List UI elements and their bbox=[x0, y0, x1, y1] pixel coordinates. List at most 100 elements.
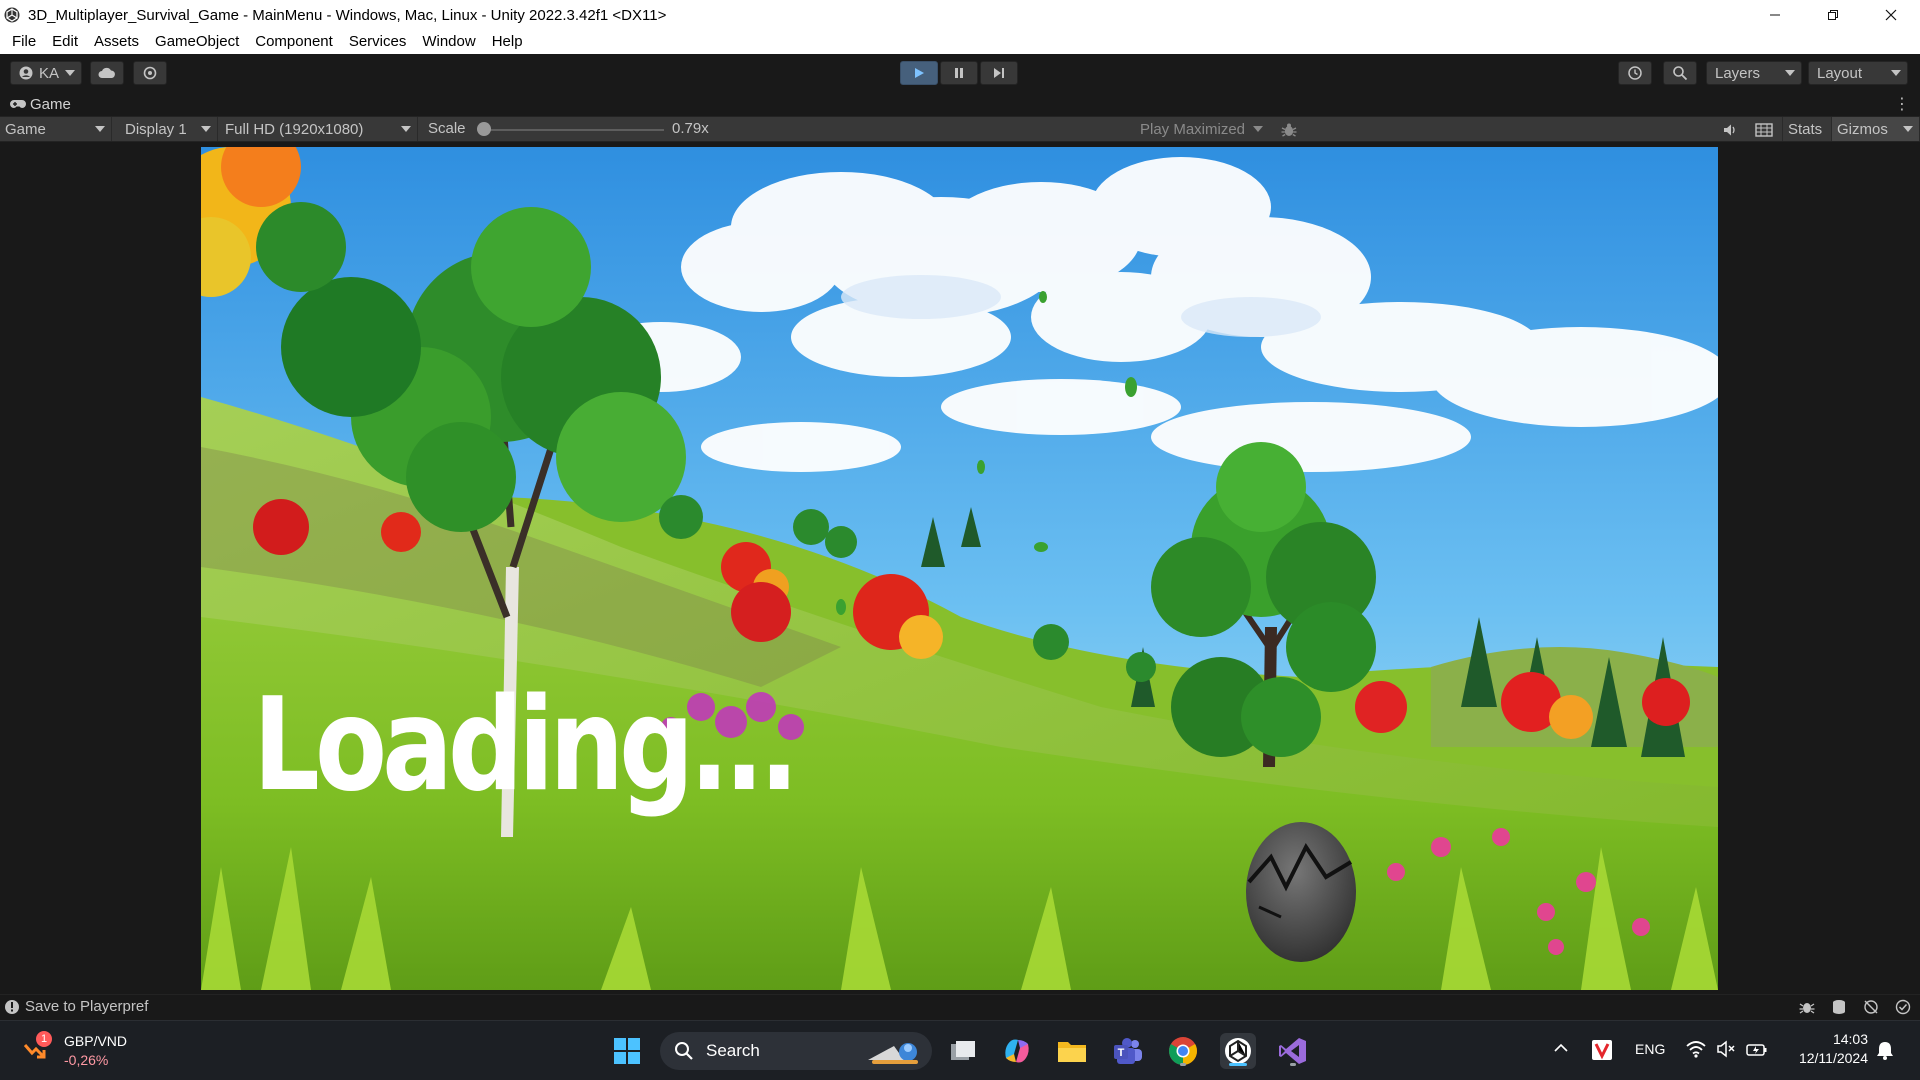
layers-dropdown[interactable]: Layers bbox=[1706, 61, 1802, 85]
chevron-down-icon bbox=[1903, 126, 1913, 132]
chevron-down-icon bbox=[1891, 70, 1901, 76]
tab-game[interactable]: Game bbox=[0, 92, 71, 116]
window-title-bar: 3D_Multiplayer_Survival_Game - MainMenu … bbox=[0, 0, 1920, 30]
game-view-controls: Game Display 1 Full HD (1920x1080) Scale… bbox=[0, 116, 1920, 142]
minimize-button[interactable] bbox=[1746, 0, 1804, 30]
play-button[interactable] bbox=[900, 61, 938, 85]
checkmark-icon[interactable] bbox=[1894, 999, 1912, 1015]
stock-widget[interactable]: 1 GBP/VND -0,26% bbox=[22, 1031, 142, 1071]
taskbar-search-box[interactable]: Search bbox=[660, 1032, 932, 1070]
play-icon bbox=[915, 68, 924, 78]
task-view-icon bbox=[951, 1041, 975, 1060]
loading-text: Loading... bbox=[253, 671, 799, 820]
debug-bug-icon[interactable] bbox=[1280, 121, 1298, 139]
search-icon bbox=[675, 1042, 693, 1060]
speaker-muted-icon[interactable] bbox=[1716, 1040, 1736, 1058]
step-button[interactable] bbox=[980, 61, 1018, 85]
menu-assets[interactable]: Assets bbox=[86, 30, 147, 54]
gizmos-dropdown[interactable]: Gizmos bbox=[1832, 117, 1920, 141]
menu-window[interactable]: Window bbox=[414, 30, 483, 54]
network-icon[interactable] bbox=[1862, 999, 1880, 1015]
cloud-icon bbox=[98, 67, 115, 78]
account-dropdown[interactable]: KA bbox=[10, 61, 82, 85]
chevron-down-icon bbox=[401, 126, 411, 132]
menu-component[interactable]: Component bbox=[247, 30, 341, 54]
active-indicator bbox=[1229, 1063, 1247, 1066]
search-highlight-icon bbox=[868, 1043, 918, 1064]
menu-edit[interactable]: Edit bbox=[44, 30, 86, 54]
chevron-up-icon[interactable] bbox=[1554, 1043, 1568, 1053]
resolution-label: Full HD (1920x1080) bbox=[225, 120, 364, 138]
notification-bell-icon[interactable] bbox=[1876, 1040, 1894, 1060]
antivirus-icon[interactable] bbox=[1592, 1040, 1612, 1060]
windows-logo-icon bbox=[614, 1038, 640, 1064]
scale-slider-thumb[interactable] bbox=[477, 122, 491, 136]
close-button[interactable] bbox=[1862, 0, 1920, 30]
scale-slider-track[interactable] bbox=[482, 129, 664, 131]
teams-button[interactable]: T bbox=[1110, 1033, 1146, 1069]
ticker-symbol: GBP/VND bbox=[64, 1033, 128, 1049]
file-explorer-button[interactable] bbox=[1054, 1033, 1090, 1069]
step-icon bbox=[994, 68, 1004, 78]
search-button[interactable] bbox=[1663, 61, 1697, 85]
menu-gameobject[interactable]: GameObject bbox=[147, 30, 247, 54]
menu-bar: File Edit Assets GameObject Component Se… bbox=[0, 30, 1920, 54]
stats-button[interactable]: Stats bbox=[1782, 117, 1832, 141]
cloud-button[interactable] bbox=[90, 61, 124, 85]
chevron-down-icon bbox=[95, 126, 105, 132]
audio-icon[interactable] bbox=[1722, 122, 1738, 138]
info-icon bbox=[5, 999, 19, 1014]
view-mode-dropdown[interactable]: Game bbox=[0, 117, 112, 141]
layout-dropdown[interactable]: Layout bbox=[1808, 61, 1908, 85]
copilot-button[interactable] bbox=[999, 1033, 1035, 1069]
svg-text:T: T bbox=[1118, 1047, 1125, 1059]
layers-label: Layers bbox=[1715, 64, 1761, 82]
windows-taskbar: 1 GBP/VND -0,26% Search T ENG 14:03 12/1… bbox=[0, 1020, 1920, 1080]
more-options-icon[interactable]: ⋮ bbox=[1894, 94, 1910, 114]
cache-server-icon[interactable] bbox=[1830, 999, 1848, 1015]
resolution-dropdown[interactable]: Full HD (1920x1080) bbox=[220, 117, 418, 141]
folder-icon bbox=[1058, 1042, 1086, 1062]
ticker-change: -0,26% bbox=[64, 1052, 109, 1068]
restore-button[interactable] bbox=[1804, 0, 1862, 30]
teams-icon: T bbox=[1114, 1038, 1142, 1064]
aspect-grid-icon[interactable] bbox=[1755, 123, 1773, 137]
tab-game-label: Game bbox=[30, 95, 71, 113]
game-view-canvas[interactable]: Loading... bbox=[201, 147, 1718, 990]
history-icon bbox=[1628, 66, 1642, 80]
account-icon bbox=[19, 66, 33, 80]
debug-bug-icon[interactable] bbox=[1798, 999, 1816, 1015]
menu-services[interactable]: Services bbox=[341, 30, 415, 54]
wifi-icon[interactable] bbox=[1686, 1040, 1706, 1058]
display-dropdown[interactable]: Display 1 bbox=[120, 117, 218, 141]
unity-button[interactable] bbox=[1220, 1033, 1256, 1069]
collab-button[interactable] bbox=[133, 61, 167, 85]
menu-file[interactable]: File bbox=[4, 30, 44, 54]
visual-studio-button[interactable] bbox=[1275, 1033, 1311, 1069]
stats-label: Stats bbox=[1788, 120, 1823, 138]
account-label: KA bbox=[38, 64, 59, 82]
notification-badge: 1 bbox=[36, 1031, 52, 1047]
menu-help[interactable]: Help bbox=[484, 30, 531, 54]
main-toolbar: KA Layers Layout bbox=[0, 54, 1920, 92]
chrome-button[interactable] bbox=[1165, 1033, 1201, 1069]
game-scene-render bbox=[201, 147, 1718, 990]
clock[interactable]: 14:03 12/11/2024 bbox=[1780, 1030, 1868, 1068]
running-indicator bbox=[1290, 1063, 1296, 1066]
chevron-down-icon bbox=[1253, 126, 1263, 132]
play-mode-dropdown[interactable]: Play Maximized bbox=[1135, 117, 1269, 141]
scale-value: 0.79x bbox=[672, 120, 709, 137]
battery-icon[interactable] bbox=[1746, 1040, 1768, 1058]
play-mode-label: Play Maximized bbox=[1140, 120, 1246, 138]
task-view-button[interactable] bbox=[945, 1033, 981, 1069]
history-button[interactable] bbox=[1618, 61, 1652, 85]
search-label: Search bbox=[706, 1041, 760, 1060]
minimize-icon bbox=[1770, 14, 1780, 16]
game-tab-bar: Game ⋮ bbox=[0, 92, 1920, 116]
language-indicator[interactable]: ENG bbox=[1635, 1041, 1665, 1057]
start-button[interactable] bbox=[609, 1033, 645, 1069]
status-message: Save to Playerpref bbox=[25, 998, 149, 1015]
display-label: Display 1 bbox=[125, 120, 187, 138]
pause-button[interactable] bbox=[940, 61, 978, 85]
view-mode-label: Game bbox=[5, 120, 46, 138]
